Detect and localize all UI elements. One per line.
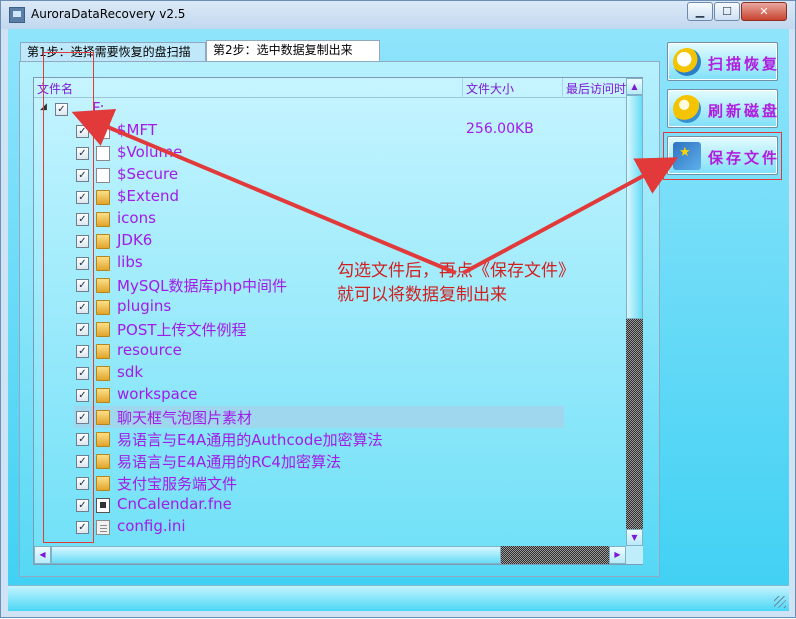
column-header-size[interactable]: 文件大小	[466, 80, 514, 97]
app-window: AuroraDataRecovery v2.5 ▁ ☐ ✕ 第1步：选择需要恢复…	[0, 0, 796, 618]
tree-item-name: 支付宝服务端文件	[117, 475, 238, 493]
tree-item-row[interactable]: ✓ $Extend	[34, 186, 626, 208]
tree-item-name: JDK6	[117, 231, 153, 249]
tree-item-name: $Extend	[117, 187, 180, 205]
tree-root-row[interactable]: ◢ ✓ F:	[34, 98, 626, 120]
scroll-right-arrow-icon[interactable]: ▶	[609, 546, 626, 564]
scroll-down-arrow-icon[interactable]: ▼	[626, 529, 643, 546]
tree-item-row[interactable]: ✓ resource	[34, 340, 626, 362]
save-button-highlight-box	[663, 132, 782, 180]
folder-icon	[96, 322, 110, 337]
folder-icon	[96, 278, 110, 293]
fne-file-icon	[96, 498, 110, 513]
close-button[interactable]: ✕	[741, 2, 787, 21]
file-icon	[96, 146, 110, 161]
app-icon	[9, 7, 25, 23]
tree-rows: ◢ ✓ F: ✓ $MFT 256.00KB ✓ $Volume ✓ $Secure ✓ $Ex…	[34, 98, 626, 539]
magnifier-icon	[673, 48, 701, 76]
annotation-line-1: 勾选文件后，再点《保存文件》	[337, 261, 575, 281]
ini-file-icon	[96, 520, 110, 535]
tree-item-size: 256.00KB	[466, 121, 534, 137]
checkbox-column-highlight-box	[43, 52, 94, 543]
folder-icon	[96, 410, 110, 425]
scan-recover-button[interactable]: 扫描恢复	[667, 42, 778, 81]
column-divider[interactable]	[462, 78, 463, 98]
tree-item-row[interactable]: ✓ config.ini	[34, 516, 626, 538]
folder-icon	[96, 234, 110, 249]
title-bar[interactable]: AuroraDataRecovery v2.5 ▁ ☐ ✕	[1, 1, 795, 29]
scroll-up-arrow-icon[interactable]: ▲	[626, 78, 643, 95]
tree-item-name: libs	[117, 253, 143, 271]
window-title: AuroraDataRecovery v2.5	[31, 7, 186, 21]
scroll-left-arrow-icon[interactable]: ◀	[34, 546, 51, 564]
tree-item-row[interactable]: ✓ POST上传文件例程	[34, 318, 626, 340]
tree-item-name: $Secure	[117, 165, 179, 183]
tree-item-name: workspace	[117, 385, 198, 403]
lightbulb-icon	[673, 95, 701, 123]
tree-item-name: resource	[117, 341, 182, 359]
horizontal-scrollbar[interactable]: ◀ ▶	[34, 546, 626, 564]
tree-item-name: plugins	[117, 297, 172, 315]
folder-icon	[96, 388, 110, 403]
folder-icon	[96, 454, 110, 469]
file-icon	[96, 168, 110, 183]
column-header-last-access[interactable]: 最后访问时	[566, 80, 628, 97]
folder-icon	[96, 366, 110, 381]
scrollbar-corner	[626, 546, 643, 564]
annotation-line-2: 就可以将数据复制出来	[337, 285, 507, 305]
tree-item-row[interactable]: ✓ CnCalendar.fne	[34, 494, 626, 516]
resize-grip-icon[interactable]	[774, 596, 786, 608]
tree-item-name: 易语言与E4A通用的Authcode加密算法	[117, 431, 383, 449]
tree-item-name: sdk	[117, 363, 144, 381]
column-divider[interactable]	[562, 78, 563, 98]
vertical-scrollbar[interactable]: ▲ ▼	[626, 78, 643, 546]
maximize-button[interactable]: ☐	[714, 2, 740, 21]
refresh-disk-button[interactable]: 刷新磁盘	[667, 89, 778, 128]
tab-step2-copy[interactable]: 第2步：选中数据复制出来	[206, 40, 380, 62]
minimize-button[interactable]: ▁	[687, 2, 713, 21]
tree-item-name: POST上传文件例程	[117, 321, 247, 339]
tree-item-name: 聊天框气泡图片素材	[117, 409, 253, 427]
tree-item-row[interactable]: ✓ 易语言与E4A通用的Authcode加密算法	[34, 428, 626, 450]
refresh-disk-label: 刷新磁盘	[708, 102, 781, 120]
tree-item-row[interactable]: ✓ workspace	[34, 384, 626, 406]
annotation-text: 勾选文件后，再点《保存文件》 就可以将数据复制出来	[337, 259, 575, 307]
folder-icon	[96, 300, 110, 315]
tab-panel: 文件名 文件大小 最后访问时 ◢ ✓ F: ✓ $MFT 256.00KB ✓ $Vol…	[19, 61, 660, 577]
folder-icon	[96, 476, 110, 491]
tree-item-row[interactable]: ✓ $Secure	[34, 164, 626, 186]
tree-item-row[interactable]: ✓ 易语言与E4A通用的RC4加密算法	[34, 450, 626, 472]
tree-item-name: 易语言与E4A通用的RC4加密算法	[117, 453, 341, 471]
file-icon	[96, 124, 110, 139]
horizontal-scroll-thumb[interactable]	[51, 546, 501, 564]
tree-item-name: $MFT	[117, 121, 158, 139]
folder-icon	[96, 190, 110, 205]
tree-item-row[interactable]: ✓ $MFT 256.00KB	[34, 120, 626, 142]
tree-item-row[interactable]: ✓ JDK6	[34, 230, 626, 252]
tree-item-name: config.ini	[117, 517, 186, 535]
tree-item-row[interactable]: ✓ $Volume	[34, 142, 626, 164]
tree-item-row[interactable]: ✓ icons	[34, 208, 626, 230]
tree-item-name: $Volume	[117, 143, 183, 161]
vertical-scroll-thumb[interactable]	[626, 95, 643, 319]
status-bar	[8, 585, 789, 611]
scan-recover-label: 扫描恢复	[708, 55, 781, 73]
tree-item-row[interactable]: ✓ 聊天框气泡图片素材	[74, 406, 564, 428]
column-header: 文件名 文件大小 最后访问时	[34, 78, 626, 98]
tree-item-row[interactable]: ✓ 支付宝服务端文件	[34, 472, 626, 494]
client-area: 第1步：选择需要恢复的盘扫描 第2步：选中数据复制出来 文件名 文件大小 最后访…	[8, 29, 789, 611]
folder-icon	[96, 256, 110, 271]
folder-icon	[96, 344, 110, 359]
tree-item-row[interactable]: ✓ sdk	[34, 362, 626, 384]
folder-icon	[96, 212, 110, 227]
tree-item-name: CnCalendar.fne	[117, 495, 232, 513]
tree-item-name: icons	[117, 209, 156, 227]
folder-icon	[96, 432, 110, 447]
file-tree[interactable]: 文件名 文件大小 最后访问时 ◢ ✓ F: ✓ $MFT 256.00KB ✓ $Vol…	[33, 77, 643, 565]
tree-item-name: MySQL数据库php中间件	[117, 277, 288, 295]
